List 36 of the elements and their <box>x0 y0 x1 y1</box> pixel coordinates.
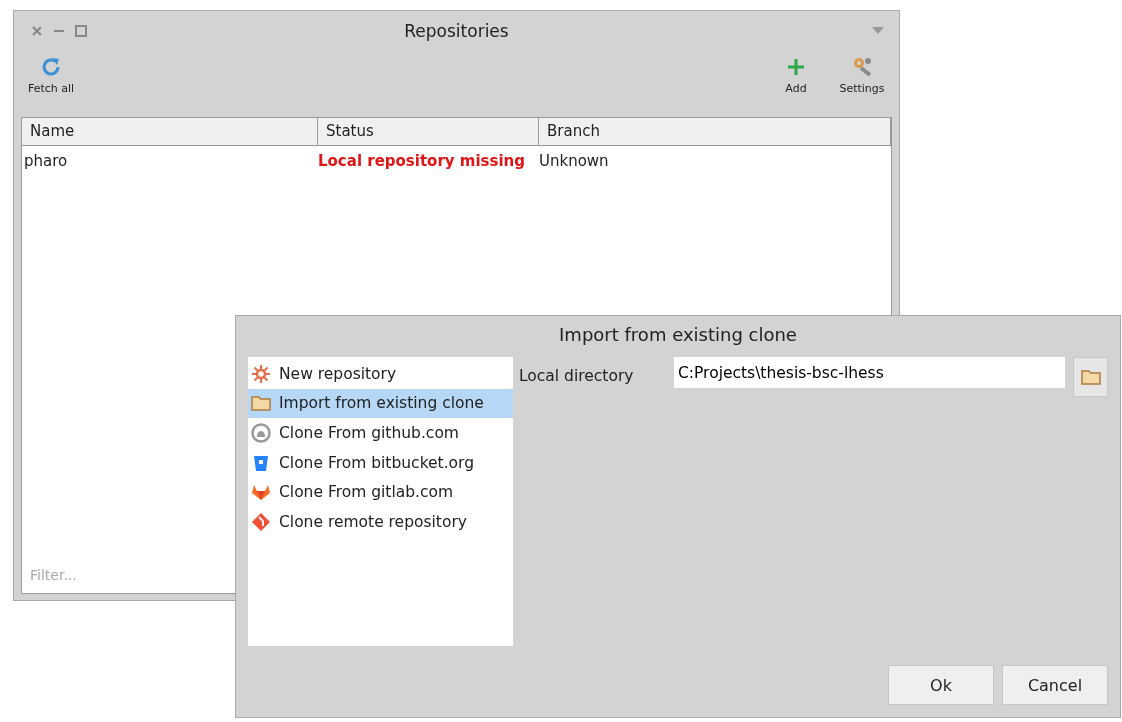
directory-field[interactable]: C:Projects\thesis-bsc-lhess <box>674 357 1065 388</box>
close-icon[interactable] <box>31 25 43 37</box>
table-cell-text: Local repository missing <box>318 152 526 170</box>
item-label: Clone From github.com <box>279 424 459 442</box>
folder-icon <box>251 393 271 414</box>
dialog-button[interactable]: Ok <box>888 665 994 705</box>
browse-button[interactable] <box>1073 357 1108 397</box>
item-label: New repository <box>279 364 397 383</box>
field-label: Local directory <box>519 366 635 385</box>
item-label: Clone From gitlab.com <box>279 483 454 502</box>
item-label: Clone remote repository <box>279 512 467 531</box>
table-cell-text: pharo <box>23 152 69 170</box>
list-item[interactable]: Clone From github.com <box>248 418 513 448</box>
table-cell-text: Unknown <box>539 152 610 170</box>
maximize-icon[interactable] <box>75 25 87 37</box>
toolbar-button[interactable]: Settings <box>832 51 892 99</box>
list-item[interactable]: Clone From bitbucket.org <box>248 447 513 478</box>
toolbar-button[interactable]: Add <box>766 51 826 99</box>
column-header[interactable]: Branch <box>539 118 891 145</box>
list-item[interactable]: Clone From gitlab.com <box>248 477 513 507</box>
filter-field[interactable]: Filter... <box>22 563 238 587</box>
list-item[interactable]: Import from existing clone <box>248 388 513 419</box>
dropdown-icon[interactable] <box>872 27 884 35</box>
column-header[interactable]: Status <box>318 118 539 145</box>
list-item[interactable]: Clone remote repository <box>248 506 513 537</box>
diamond-icon <box>251 511 271 532</box>
column-header[interactable]: Name <box>22 118 318 145</box>
dialog-title: Import from existing clone <box>559 323 797 347</box>
toolbar-button[interactable]: Fetch all <box>21 51 81 99</box>
window-title: Repositories <box>404 21 509 41</box>
sun-icon <box>251 363 271 384</box>
folder-icon <box>1080 368 1101 386</box>
item-label: Import from existing clone <box>279 394 484 413</box>
list-item[interactable]: New repository <box>248 359 513 389</box>
item-label: Clone From bitbucket.org <box>279 453 475 472</box>
dialog-button[interactable]: Cancel <box>1002 665 1108 705</box>
